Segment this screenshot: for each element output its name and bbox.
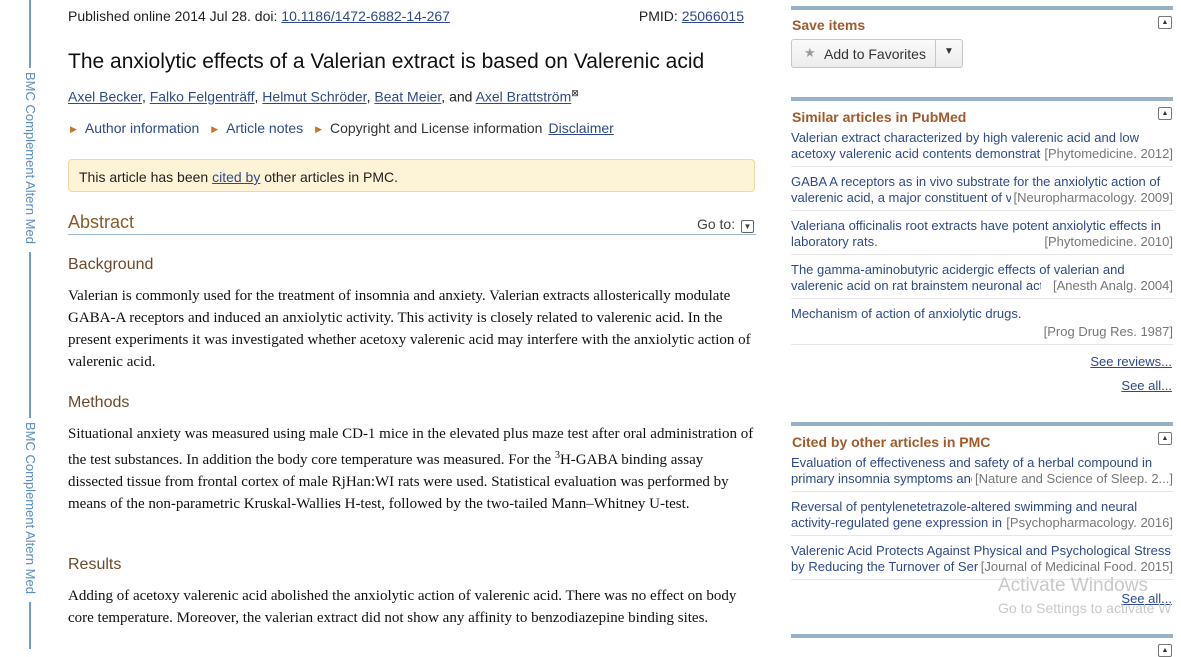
collapse-icon[interactable]: ▲ bbox=[1158, 107, 1172, 120]
rail-journal-label[interactable]: BMC Complement Altern Med bbox=[18, 72, 42, 247]
article-title-line: Valeriana officinalis root extracts have… bbox=[791, 218, 1161, 233]
article-title-line: Valerenic Acid Protects Against Physical… bbox=[791, 543, 1171, 558]
activate-windows-hint: Go to Settings to activate W bbox=[998, 600, 1172, 616]
article-title-line: valerenic acid on rat brainstem neuronal… bbox=[791, 278, 1041, 293]
rail-line bbox=[29, 602, 31, 649]
author-information-toggle[interactable]: Author information bbox=[85, 120, 199, 136]
section-heading-methods: Methods bbox=[68, 394, 130, 411]
article-title-line: laboratory rats. bbox=[791, 234, 878, 249]
author-link[interactable]: Falko Felgenträff bbox=[150, 89, 255, 105]
article-source: [Phytomedicine. 2010] bbox=[1041, 234, 1173, 250]
add-to-favorites-button[interactable]: ★ Add to Favorites ▼ bbox=[791, 39, 963, 68]
article-source: [Phytomedicine. 2012] bbox=[1041, 146, 1173, 162]
similar-articles-title: Similar articles in PubMed bbox=[792, 109, 967, 125]
article-title-line: GABA A receptors as in vivo substrate fo… bbox=[791, 174, 1161, 189]
cited-article-item[interactable]: Evaluation of effectiveness and safety o… bbox=[791, 455, 1173, 492]
article-title-line: Evaluation of effectiveness and safety o… bbox=[791, 455, 1153, 470]
section-text-methods: Situational anxiety was measured using m… bbox=[68, 423, 756, 515]
author-link[interactable]: Helmut Schröder bbox=[262, 89, 366, 105]
triangle-right-icon: ▶ bbox=[315, 124, 322, 134]
rail-line bbox=[29, 0, 31, 68]
pmid: PMID: 25066015 bbox=[639, 8, 744, 24]
collapse-icon[interactable]: ▲ bbox=[1158, 432, 1172, 445]
author-link[interactable]: Axel Brattström bbox=[476, 89, 572, 105]
article-title-line: by Reducing the Turnover of Serotonin bbox=[791, 559, 979, 574]
cited-article-item[interactable]: Reversal of pentylenetetrazole-altered s… bbox=[791, 499, 1173, 536]
left-rail: BMC Complement Altern Med BMC Complement… bbox=[0, 0, 60, 649]
article-source: [Nature and Science of Sleep. 2...] bbox=[971, 471, 1173, 487]
article-title-line: acetoxy valerenic acid contents demonstr… bbox=[791, 146, 1041, 161]
article-title: The anxiolytic effects of a Valerian ext… bbox=[68, 50, 705, 73]
rail-journal-label[interactable]: BMC Complement Altern Med bbox=[18, 422, 42, 597]
rail-line bbox=[29, 252, 31, 418]
collapse-icon[interactable]: ▲ bbox=[1158, 644, 1172, 657]
dropdown-caret-icon[interactable]: ▼ bbox=[944, 46, 954, 57]
box-divider bbox=[791, 422, 1173, 426]
star-icon: ★ bbox=[804, 45, 816, 60]
section-heading-background: Background bbox=[68, 256, 154, 273]
author-link[interactable]: Beat Meier bbox=[374, 89, 441, 105]
button-separator bbox=[935, 40, 936, 67]
author-list: Axel Becker, Falko Felgenträff, Helmut S… bbox=[68, 88, 579, 105]
triangle-right-icon: ▶ bbox=[70, 124, 77, 134]
publication-info: Published online 2014 Jul 28. doi: 10.11… bbox=[68, 8, 744, 24]
corresponding-author-icon[interactable]: ⊠ bbox=[571, 88, 579, 98]
similar-article-item[interactable]: The gamma-aminobutyric acidergic effects… bbox=[791, 262, 1173, 299]
goto-label: Go to: bbox=[696, 216, 736, 232]
section-heading-results: Results bbox=[68, 556, 122, 573]
copyright-toggle[interactable]: Copyright and License information bbox=[330, 120, 542, 136]
author-link[interactable]: Axel Becker bbox=[68, 89, 142, 105]
abstract-title: Abstract bbox=[68, 212, 135, 232]
abstract-heading: Abstract Go to: ▼ bbox=[68, 212, 756, 235]
article-info-links: ▶ Author information ▶ Article notes ▶ Copy… bbox=[68, 120, 614, 136]
article-source: [Psychopharmacology. 2016] bbox=[1003, 515, 1173, 531]
article-source: [Journal of Medicinal Food. 2015] bbox=[977, 559, 1173, 575]
similar-article-item[interactable]: Valerian extract characterized by high v… bbox=[791, 130, 1173, 167]
triangle-right-icon: ▶ bbox=[211, 124, 219, 134]
see-reviews-link[interactable]: See reviews... bbox=[1090, 354, 1172, 369]
similar-article-item[interactable]: Valeriana officinalis root extracts have… bbox=[791, 218, 1173, 255]
article-title-line: Valerian extract characterized by high v… bbox=[791, 130, 1140, 145]
article-source: [Anesth Analg. 2004] bbox=[1050, 278, 1173, 294]
collapse-icon[interactable]: ▲ bbox=[1158, 16, 1172, 29]
similar-article-item[interactable]: GABA A receptors as in vivo substrate fo… bbox=[791, 174, 1173, 211]
activate-windows-watermark: Activate Windows bbox=[998, 575, 1148, 596]
see-all-similar-link[interactable]: See all... bbox=[1121, 378, 1172, 393]
cited-by-link[interactable]: cited by bbox=[212, 169, 260, 185]
section-text-results: Adding of acetoxy valerenic acid abolish… bbox=[68, 588, 737, 626]
add-to-favorites-label: Add to Favorites bbox=[824, 46, 926, 62]
section-text-background: Valerian is commonly used for the treatm… bbox=[68, 288, 751, 370]
article-source: [Neuropharmacology. 2009] bbox=[1010, 190, 1173, 206]
doi-link[interactable]: 10.1186/1472-6882-14-267 bbox=[281, 8, 450, 24]
pmid-link[interactable]: 25066015 bbox=[682, 8, 744, 24]
and-text: and bbox=[449, 88, 473, 105]
published-text: Published online 2014 Jul 28. doi: bbox=[68, 8, 282, 24]
article-title-line: Mechanism of action of anxiolytic drugs. bbox=[791, 306, 1022, 321]
article-title-line: valerenic acid, a major constituent of v… bbox=[791, 190, 1041, 205]
similar-article-item[interactable]: Mechanism of action of anxiolytic drugs.… bbox=[791, 306, 1173, 345]
box-divider bbox=[791, 634, 1173, 638]
notice-suffix: other articles in PMC. bbox=[260, 169, 399, 185]
article-source: [Prog Drug Res. 1987] bbox=[1040, 324, 1173, 340]
cited-by-title: Cited by other articles in PMC bbox=[792, 434, 991, 450]
cited-by-notice: This article has been cited by other art… bbox=[68, 159, 755, 192]
chevron-down-icon[interactable]: ▼ bbox=[741, 220, 754, 233]
goto-menu[interactable]: Go to: ▼ bbox=[697, 216, 754, 233]
box-divider bbox=[791, 6, 1173, 10]
save-items-title: Save items bbox=[792, 17, 866, 33]
pmid-label: PMID: bbox=[638, 8, 682, 24]
box-divider bbox=[791, 97, 1173, 101]
article-title-line: The gamma-aminobutyric acidergic effects… bbox=[791, 262, 1125, 277]
article-notes-toggle[interactable]: Article notes bbox=[226, 120, 303, 136]
article-title-line: Reversal of pentylenetetrazole-altered s… bbox=[791, 499, 1138, 514]
disclaimer-link[interactable]: Disclaimer bbox=[548, 120, 613, 136]
notice-prefix: This article has been bbox=[79, 169, 213, 185]
